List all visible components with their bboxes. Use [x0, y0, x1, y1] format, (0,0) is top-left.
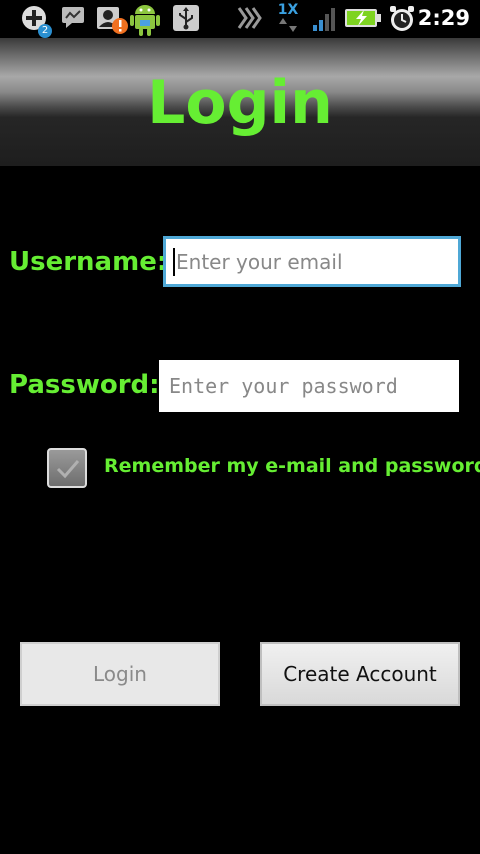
signal-icon	[312, 4, 338, 34]
page-title: Login	[147, 68, 333, 138]
username-label: Username:	[9, 247, 168, 277]
status-bar: 2 1X 2:29	[0, 0, 480, 38]
network-type-label: 1X	[277, 2, 299, 18]
remember-checkbox[interactable]	[47, 448, 87, 488]
username-input[interactable]	[163, 236, 461, 287]
login-button[interactable]: Login	[20, 642, 220, 706]
status-clock: 2:29	[417, 6, 470, 30]
contact-alert-icon	[96, 4, 130, 34]
alarm-icon	[388, 4, 416, 34]
create-account-button[interactable]: Create Account	[260, 642, 460, 706]
app-header: Login	[0, 38, 480, 166]
sync-icon	[236, 4, 262, 34]
password-label: Password:	[9, 370, 160, 400]
usb-icon	[172, 4, 200, 34]
check-icon	[56, 460, 80, 479]
messaging-icon	[60, 4, 86, 34]
password-input[interactable]	[159, 360, 459, 412]
text-cursor	[173, 248, 175, 276]
notification-badge: 2	[38, 24, 52, 38]
remember-label[interactable]: Remember my e-mail and password	[104, 455, 480, 477]
android-icon	[128, 0, 162, 36]
battery-charging-icon	[344, 4, 382, 34]
